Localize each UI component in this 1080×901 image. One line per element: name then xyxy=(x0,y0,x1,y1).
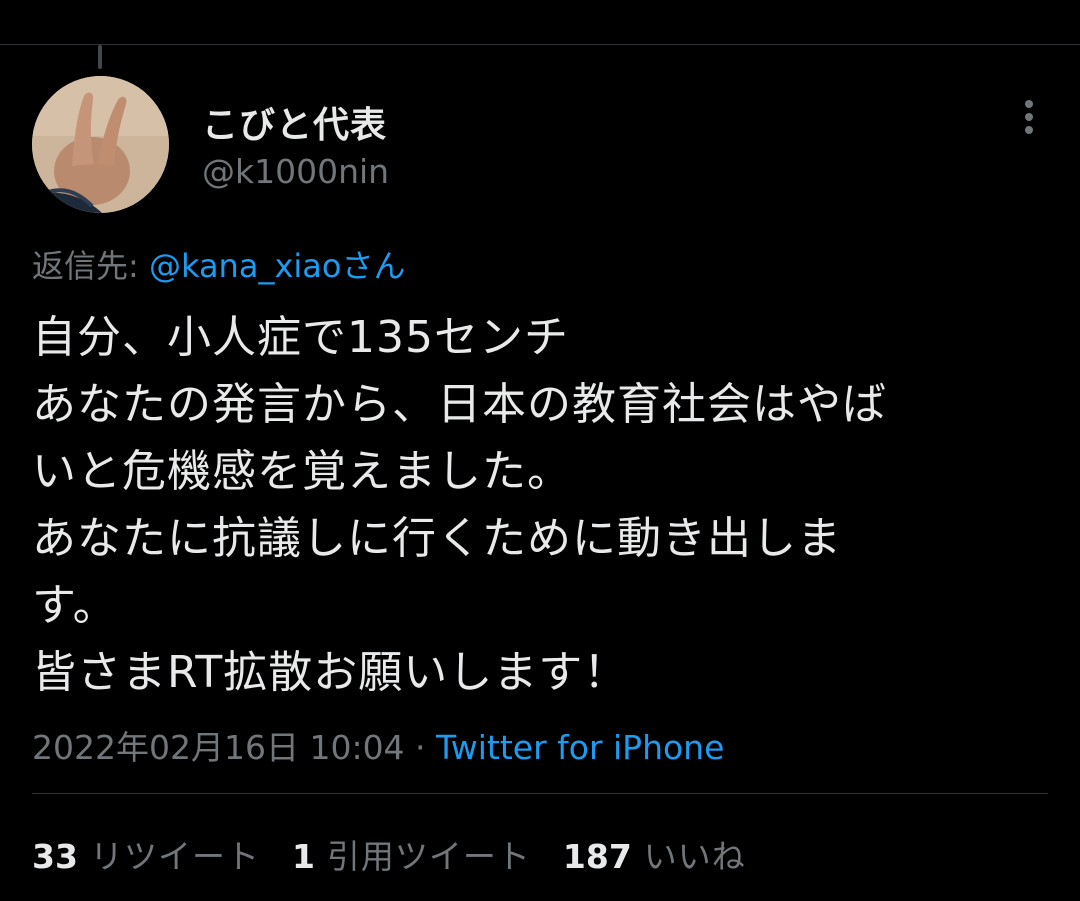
engagement-stats: 33 リツイート 1 引用ツイート 187 いいね xyxy=(32,830,778,878)
more-vertical-icon xyxy=(1025,100,1033,134)
tweet-line: いと危機感を覚えました。 xyxy=(32,446,572,497)
tweet-timestamp[interactable]: 2022年02月16日 10:04 xyxy=(32,728,405,767)
v-sign-hand-photo-icon xyxy=(32,76,169,213)
retweets-stat[interactable]: 33 リツイート xyxy=(32,830,260,878)
quotes-stat[interactable]: 1 引用ツイート xyxy=(292,830,531,878)
tweet-meta: 2022年02月16日 10:04 · Twitter for iPhone xyxy=(32,721,724,769)
thread-connector-line xyxy=(98,45,102,69)
user-handle[interactable]: @k1000nin xyxy=(202,152,389,191)
likes-label: いいね xyxy=(643,837,746,876)
more-options-button[interactable] xyxy=(1010,98,1048,136)
tweet-line: す。 xyxy=(32,580,118,631)
tweet-line: 自分、小人症で135センチ xyxy=(32,312,569,363)
meta-separator: · xyxy=(404,728,437,767)
retweets-label: リツイート xyxy=(89,837,260,876)
retweets-count: 33 xyxy=(32,837,78,876)
quotes-count: 1 xyxy=(291,837,315,876)
reply-to-line: 返信先: @kana_xiaoさん xyxy=(32,241,405,287)
stats-divider xyxy=(32,793,1048,794)
reply-to-prefix: 返信先: xyxy=(32,247,149,285)
reply-mention-link[interactable]: @kana_xiaoさん xyxy=(149,247,406,285)
tweet-line: あなたの発言から、日本の教育社会はやば xyxy=(32,379,887,430)
tweet-line: 皆さまRT拡散お願いします！ xyxy=(32,647,629,698)
display-name[interactable]: こびと代表 xyxy=(202,96,387,148)
top-divider xyxy=(0,44,1080,45)
likes-count: 187 xyxy=(562,837,632,876)
tweet-source-link[interactable]: Twitter for iPhone xyxy=(436,728,724,767)
tweet-line: あなたに抗議しに行くために動き出しま xyxy=(32,513,842,564)
likes-stat[interactable]: 187 いいね xyxy=(563,830,746,878)
avatar[interactable] xyxy=(32,76,169,213)
tweet-text: 自分、小人症で135センチ あなたの発言から、日本の教育社会はやば いと危機感を… xyxy=(32,304,1042,706)
quotes-label: 引用ツイート xyxy=(326,837,531,876)
